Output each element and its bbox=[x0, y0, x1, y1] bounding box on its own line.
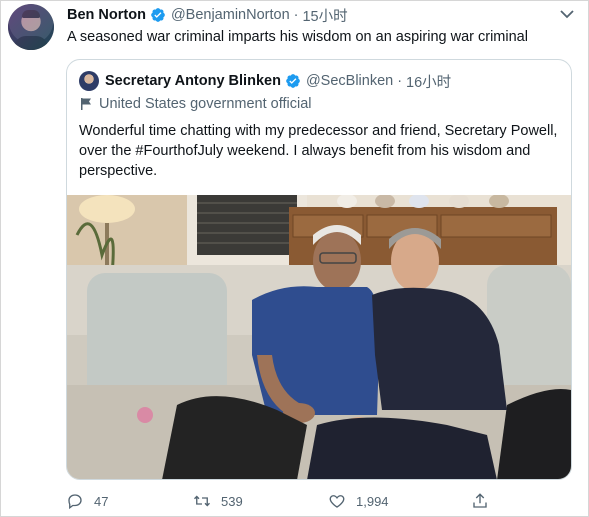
quoted-tweet-header: Secretary Antony Blinken @SecBlinken · 1… bbox=[79, 71, 451, 91]
quoted-header-separator: · bbox=[397, 73, 403, 89]
avatar[interactable] bbox=[8, 4, 54, 50]
verified-badge-icon bbox=[286, 74, 300, 88]
like-button[interactable]: 1,994 bbox=[328, 490, 389, 512]
tweet-timestamp[interactable]: 15小时 bbox=[302, 5, 347, 26]
tweet-actions: 47 539 1,994 bbox=[66, 490, 586, 512]
author-handle[interactable]: @BenjaminNorton bbox=[171, 7, 290, 23]
tweet-header: Ben Norton @BenjaminNorton · 15小时 bbox=[67, 5, 348, 26]
tweet-text: A seasoned war criminal imparts his wisd… bbox=[67, 29, 528, 45]
quoted-author-handle: @SecBlinken bbox=[305, 73, 394, 89]
retweet-icon bbox=[194, 495, 210, 507]
government-official-label: United States government official bbox=[79, 96, 312, 112]
share-button[interactable] bbox=[471, 490, 499, 512]
retweet-button[interactable]: 539 bbox=[193, 490, 243, 512]
government-official-text: United States government official bbox=[99, 96, 312, 112]
quoted-avatar bbox=[79, 71, 99, 91]
like-count: 1,994 bbox=[356, 493, 389, 509]
quoted-tweet-card[interactable]: Secretary Antony Blinken @SecBlinken · 1… bbox=[66, 59, 572, 480]
reply-button[interactable]: 47 bbox=[66, 490, 108, 512]
heart-icon bbox=[329, 495, 345, 508]
author-name[interactable]: Ben Norton bbox=[67, 7, 146, 23]
quoted-author-name: Secretary Antony Blinken bbox=[105, 73, 281, 89]
flag-icon bbox=[81, 98, 91, 110]
share-icon bbox=[473, 493, 487, 508]
reply-icon bbox=[68, 494, 82, 510]
verified-badge-icon bbox=[151, 8, 165, 22]
reply-count: 47 bbox=[94, 493, 109, 509]
chevron-down-icon[interactable] bbox=[557, 7, 577, 21]
retweet-count: 539 bbox=[221, 493, 243, 509]
header-separator: · bbox=[293, 7, 299, 23]
tweet-photo[interactable] bbox=[67, 195, 571, 480]
quoted-timestamp: 16小时 bbox=[406, 74, 452, 91]
quoted-tweet-text: Wonderful time chatting with my predeces… bbox=[79, 123, 558, 179]
